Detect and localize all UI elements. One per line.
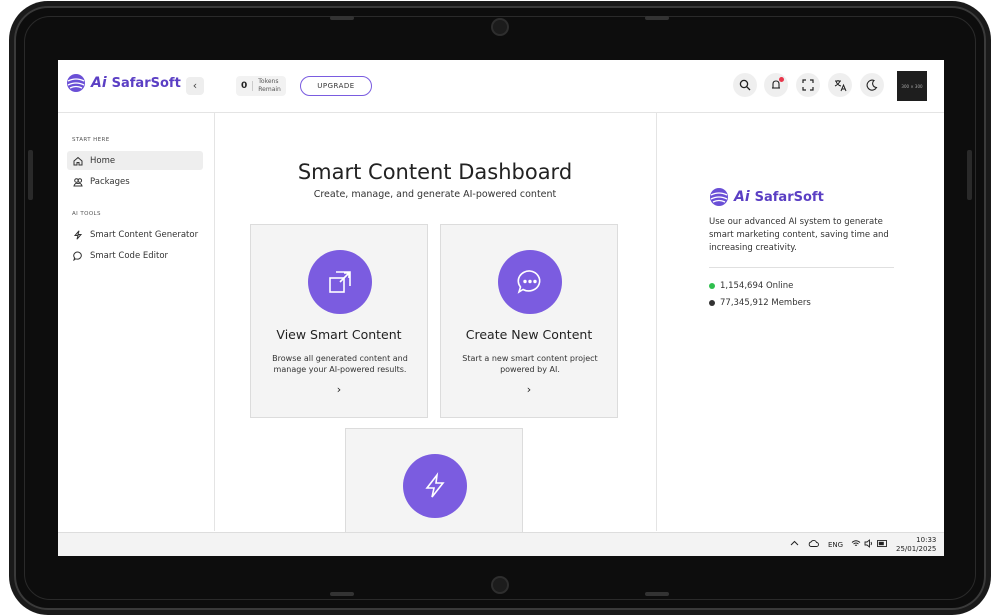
brand-ai-mark: Ai xyxy=(91,75,107,91)
os-taskbar: ENG 10:33 25/01/2025 xyxy=(58,532,944,556)
globe-logo-icon xyxy=(67,74,85,92)
card-desc-line: Start a new smart content project xyxy=(462,354,598,363)
bolt-icon xyxy=(73,229,83,240)
search-icon[interactable] xyxy=(733,73,757,97)
language-indicator[interactable]: ENG xyxy=(828,541,843,549)
card-view-smart-content[interactable]: View Smart Content Browse all generated … xyxy=(250,224,428,418)
card-desc-line: manage your AI-powered results. xyxy=(273,365,407,374)
chat-icon xyxy=(73,251,82,261)
clock-date: 25/01/2025 xyxy=(896,545,937,553)
screen: Ai SafarSoft ‹ 0 Tokens Remain UPGRADE 3… xyxy=(58,60,944,556)
speaker-slot xyxy=(645,592,669,596)
cloud-icon[interactable] xyxy=(808,539,819,550)
card-description: Browse all generated content and manage … xyxy=(267,353,413,375)
packages-icon xyxy=(73,177,83,186)
chevron-up-icon[interactable] xyxy=(790,539,799,550)
upgrade-button[interactable]: UPGRADE xyxy=(300,76,372,96)
speaker-icon[interactable] xyxy=(864,539,874,550)
globe-logo-icon xyxy=(710,188,728,206)
tokens-counter: 0 Tokens Remain xyxy=(236,76,286,96)
members-dot xyxy=(709,300,715,306)
sidebar-item-label: Packages xyxy=(90,176,130,187)
speaker-slot xyxy=(645,16,669,20)
home-icon xyxy=(73,156,83,165)
divider xyxy=(709,267,894,268)
online-count: 1,154,694 Online xyxy=(720,281,794,291)
sidebar: START HERE Home Packages AI TOOLS Smart … xyxy=(58,113,215,531)
stat-online: 1,154,694 Online xyxy=(709,281,793,291)
main-content: Smart Content Dashboard Create, manage, … xyxy=(215,113,655,538)
section-ai-tools: AI TOOLS xyxy=(72,211,101,217)
fullscreen-icon[interactable] xyxy=(796,73,820,97)
card-desc-line: Browse all generated content and xyxy=(272,354,408,363)
panel-brand-logo: Ai SafarSoft xyxy=(709,187,824,207)
card-desc-line: powered by AI. xyxy=(500,365,560,374)
card-title: View Smart Content xyxy=(276,327,402,342)
front-camera xyxy=(493,20,507,34)
card-description: Start a new smart content project powere… xyxy=(457,353,603,375)
panel-description: Use our advanced AI system to generate s… xyxy=(709,217,889,253)
brand-name: SafarSoft xyxy=(754,189,824,205)
open-external-icon xyxy=(308,250,372,314)
top-bar: Ai SafarSoft ‹ 0 Tokens Remain UPGRADE 3… xyxy=(58,60,944,113)
avatar[interactable]: 300 × 300 xyxy=(897,71,927,101)
battery-icon[interactable] xyxy=(877,540,888,549)
rear-camera xyxy=(493,578,507,592)
tokens-label: Tokens Remain xyxy=(258,78,281,94)
side-button-right xyxy=(967,150,972,200)
card-smart-content-generator[interactable] xyxy=(345,428,523,538)
sidebar-item-label: Home xyxy=(90,155,116,166)
stat-members: 77,345,912 Members xyxy=(709,298,811,308)
bell-icon[interactable] xyxy=(764,73,788,97)
chevron-right-icon[interactable]: › xyxy=(441,383,617,396)
tokens-label-line2: Remain xyxy=(258,86,281,93)
sidebar-item-label: Smart Content Generator xyxy=(90,229,199,240)
online-status-dot xyxy=(709,283,715,289)
side-button-left xyxy=(28,150,33,200)
sidebar-item-packages[interactable]: Packages xyxy=(67,172,203,191)
wifi-icon[interactable] xyxy=(851,539,861,550)
bolt-icon xyxy=(403,454,467,518)
moon-icon[interactable] xyxy=(860,73,884,97)
page-subtitle: Create, manage, and generate AI-powered … xyxy=(313,189,557,200)
translate-icon[interactable] xyxy=(828,73,852,97)
members-count: 77,345,912 Members xyxy=(720,298,811,308)
page-title: Smart Content Dashboard xyxy=(297,160,573,184)
brand-ai-mark: Ai xyxy=(734,189,750,205)
card-title: Create New Content xyxy=(465,327,593,342)
sidebar-item-smart-code-editor[interactable]: Smart Code Editor xyxy=(67,246,203,265)
right-panel: Ai SafarSoft Use our advanced AI system … xyxy=(656,113,944,531)
notification-dot xyxy=(779,77,784,82)
brand-name: SafarSoft xyxy=(111,75,181,91)
sidebar-item-home[interactable]: Home xyxy=(67,151,203,170)
chevron-right-icon[interactable]: › xyxy=(251,383,427,396)
clock-time: 10:33 xyxy=(916,536,937,544)
system-clock[interactable]: 10:33 25/01/2025 xyxy=(896,536,936,554)
sidebar-item-label: Smart Code Editor xyxy=(90,250,169,261)
tokens-label-line1: Tokens xyxy=(258,78,279,85)
collapse-sidebar-button[interactable]: ‹ xyxy=(186,77,204,95)
sidebar-item-smart-content-generator[interactable]: Smart Content Generator xyxy=(67,225,203,244)
tokens-count: 0 xyxy=(241,81,254,91)
section-start-here: START HERE xyxy=(72,137,110,143)
speaker-slot xyxy=(330,16,354,20)
chat-bubble-icon xyxy=(498,250,562,314)
speaker-slot xyxy=(330,592,354,596)
brand-logo[interactable]: Ai SafarSoft xyxy=(66,73,181,93)
card-create-new-content[interactable]: Create New Content Start a new smart con… xyxy=(440,224,618,418)
